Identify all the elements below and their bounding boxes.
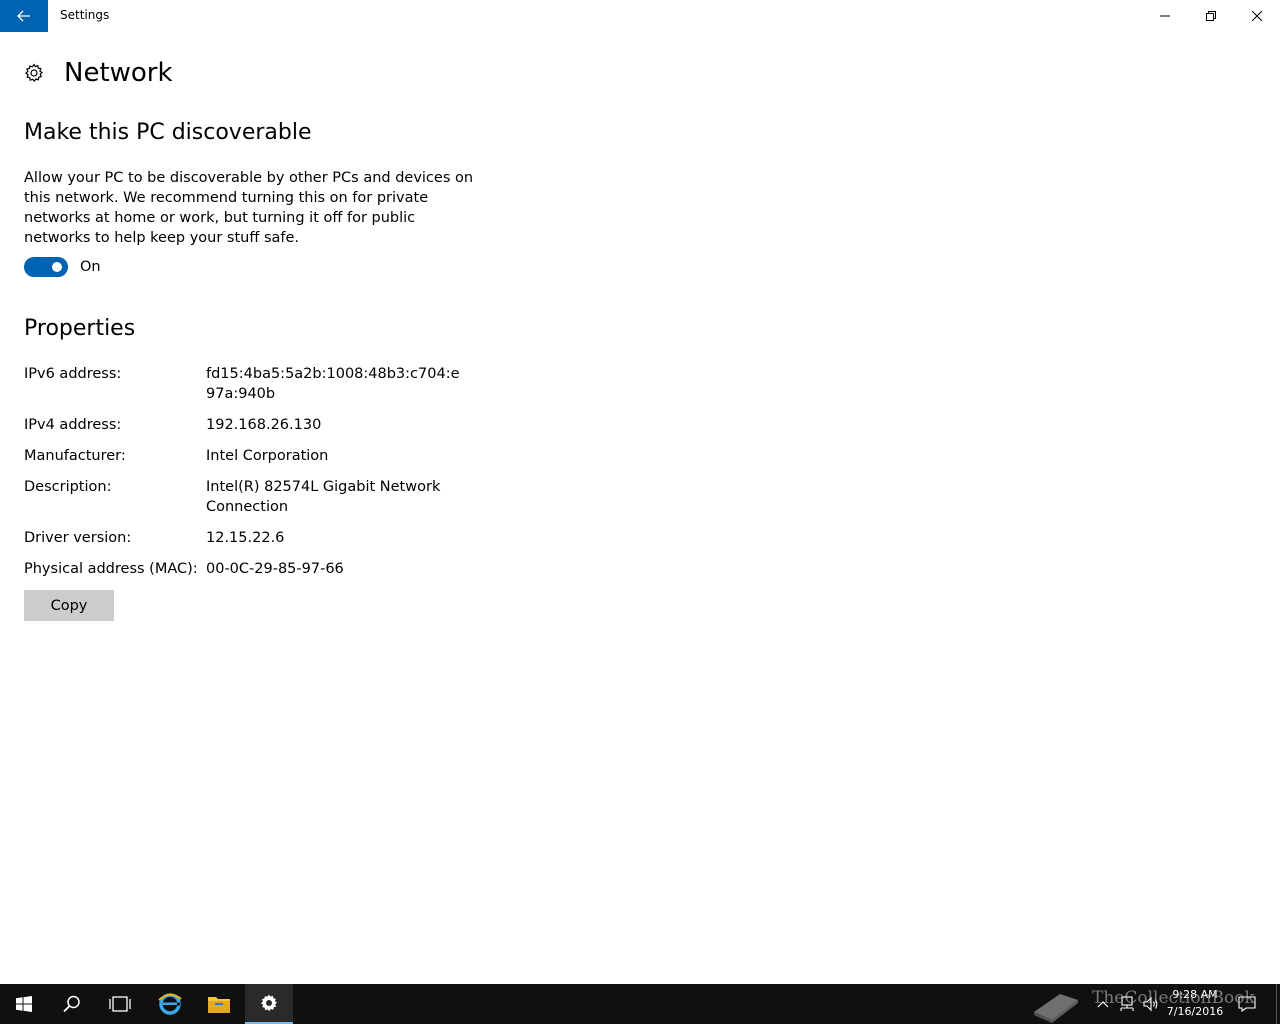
action-center-button[interactable] [1237,994,1257,1014]
toggle-state-label: On [80,259,101,275]
properties-list: IPv6 address: fd15:4ba5:5a2b:1008:48b3:c… [24,364,484,590]
toggle-knob [52,262,62,272]
title-bar: Settings [0,0,1280,32]
file-explorer-icon [208,997,230,1013]
restore-icon [1206,11,1216,21]
property-label: Manufacturer: [24,448,126,464]
discoverable-description: Allow your PC to be discoverable by othe… [24,170,474,246]
taskbar-clock[interactable]: 9:28 AM 7/16/2016 [1160,986,1230,1020]
page-header: Network [24,56,173,90]
gear-icon [25,63,43,83]
show-desktop-button[interactable] [1276,984,1280,1024]
start-button[interactable] [0,984,48,1024]
minimize-button[interactable] [1142,0,1188,32]
property-label: Physical address (MAC): [24,561,198,577]
restore-button[interactable] [1188,0,1234,32]
property-row-mac: Physical address (MAC): 00-0C-29-85-97-6… [24,559,484,579]
property-value: Intel(R) 82574L Gigabit Network Connecti… [206,479,441,515]
taskbar: 9:28 AM 7/16/2016 [0,984,1280,1024]
file-explorer-button[interactable] [195,984,243,1024]
start-icon [16,996,32,1012]
property-row-driver: Driver version: 12.15.22.6 [24,528,484,548]
volume-tray-button[interactable] [1141,994,1161,1014]
property-value: fd15:4ba5:5a2b:1008:48b3:c704:e97a:940b [206,366,460,402]
task-view-button[interactable] [96,984,144,1024]
search-icon [63,995,80,1013]
property-row-ipv4: IPv4 address: 192.168.26.130 [24,415,484,435]
minimize-icon [1160,15,1170,17]
show-hidden-icons-button[interactable] [1093,994,1113,1014]
discoverable-toggle[interactable] [24,257,68,277]
copy-button[interactable]: Copy [24,590,114,621]
property-row-manufacturer: Manufacturer: Intel Corporation [24,446,484,466]
task-view-icon [109,996,131,1012]
edge-browser-icon [158,993,182,1015]
network-icon [1120,996,1134,1011]
property-row-ipv6: IPv6 address: fd15:4ba5:5a2b:1008:48b3:c… [24,364,484,404]
properties-heading: Properties [24,316,136,341]
action-center-icon [1238,996,1256,1012]
close-icon [1252,11,1262,21]
volume-icon [1143,996,1158,1012]
window-title: Settings [60,8,110,22]
settings-icon [261,994,277,1012]
back-arrow-icon [17,10,30,22]
property-row-description: Description: Intel(R) 82574L Gigabit Net… [24,477,484,517]
page-title: Network [64,58,173,88]
settings-taskbar-button[interactable] [245,984,293,1024]
property-value: 00-0C-29-85-97-66 [206,561,344,577]
property-value: Intel Corporation [206,448,329,464]
chevron-up-icon [1097,1001,1109,1008]
property-label: Driver version: [24,530,132,546]
clock-date: 7/16/2016 [1166,1005,1224,1018]
edge-browser-button[interactable] [146,984,194,1024]
clock-time: 9:28 AM [1172,988,1218,1001]
search-button[interactable] [48,984,96,1024]
network-tray-button[interactable] [1117,994,1137,1014]
back-button[interactable] [0,0,48,32]
property-value: 192.168.26.130 [206,417,322,433]
discoverable-toggle-row: On [24,257,101,277]
property-label: IPv4 address: [24,417,122,433]
close-button[interactable] [1234,0,1280,32]
discoverable-heading: Make this PC discoverable [24,120,312,145]
property-value: 12.15.22.6 [206,530,285,546]
property-label: IPv6 address: [24,366,122,382]
property-label: Description: [24,479,112,495]
